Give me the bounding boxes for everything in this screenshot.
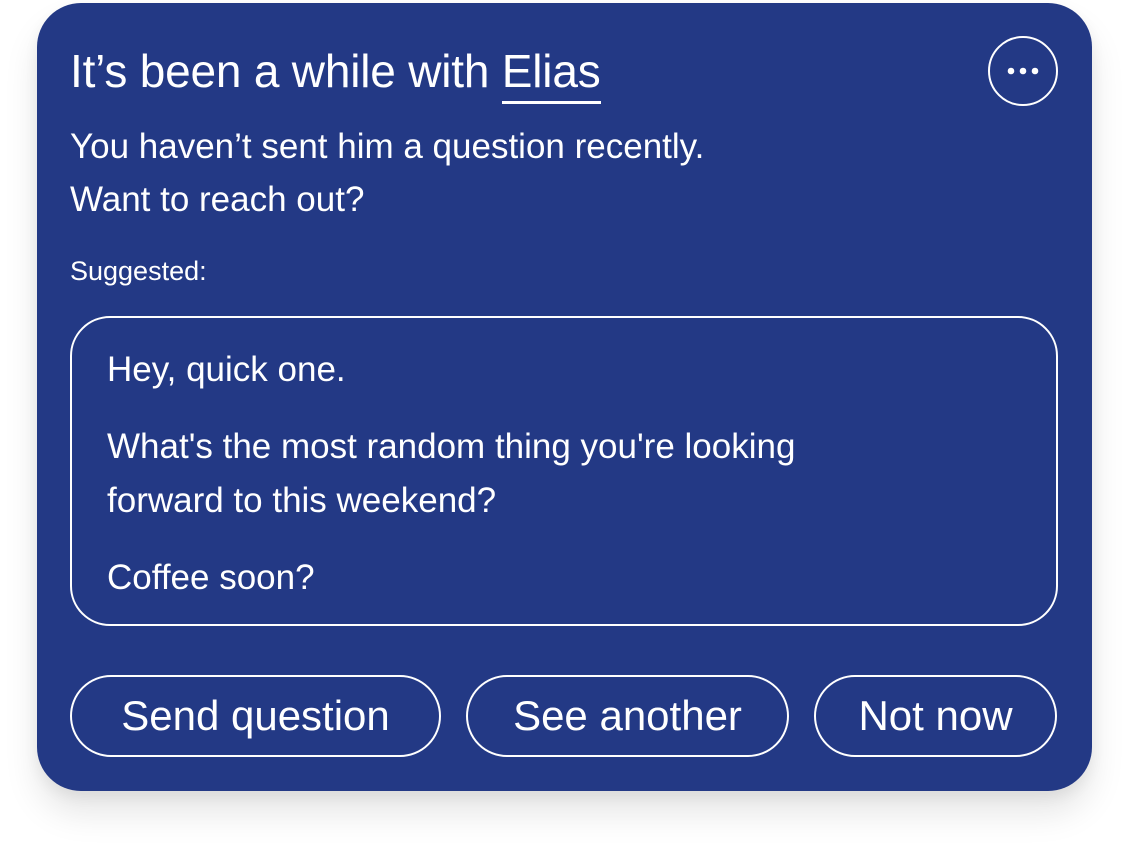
suggested-message-line: What's the most random thing you're look… [107,420,795,528]
card-title: It’s been a while with Elias [70,42,601,104]
suggested-message-line: Coffee soon? [107,558,315,597]
send-question-button[interactable]: Send question [70,675,441,757]
see-another-button[interactable]: See another [466,675,789,757]
suggested-message-text: forward to this weekend? [107,481,497,520]
reach-out-card: It’s been a while with Elias You haven’t… [37,3,1092,791]
suggested-label: Suggested: [70,256,207,286]
suggested-message-line: Hey, quick one. [107,350,346,389]
not-now-button[interactable]: Not now [814,675,1057,757]
title-prefix: It’s been a while with [70,45,502,97]
suggested-message-box: Hey, quick one. What's the most random t… [70,316,1058,626]
card-subtitle: You haven’t sent him a question recently… [70,120,950,226]
more-horizontal-icon [1007,67,1039,75]
contact-name-link[interactable]: Elias [501,45,601,104]
subtitle-line: Want to reach out? [70,180,365,219]
more-options-button[interactable] [988,36,1058,106]
subtitle-line: You haven’t sent him a question recently… [70,127,705,166]
suggested-message-text: What's the most random thing you're look… [107,427,796,466]
